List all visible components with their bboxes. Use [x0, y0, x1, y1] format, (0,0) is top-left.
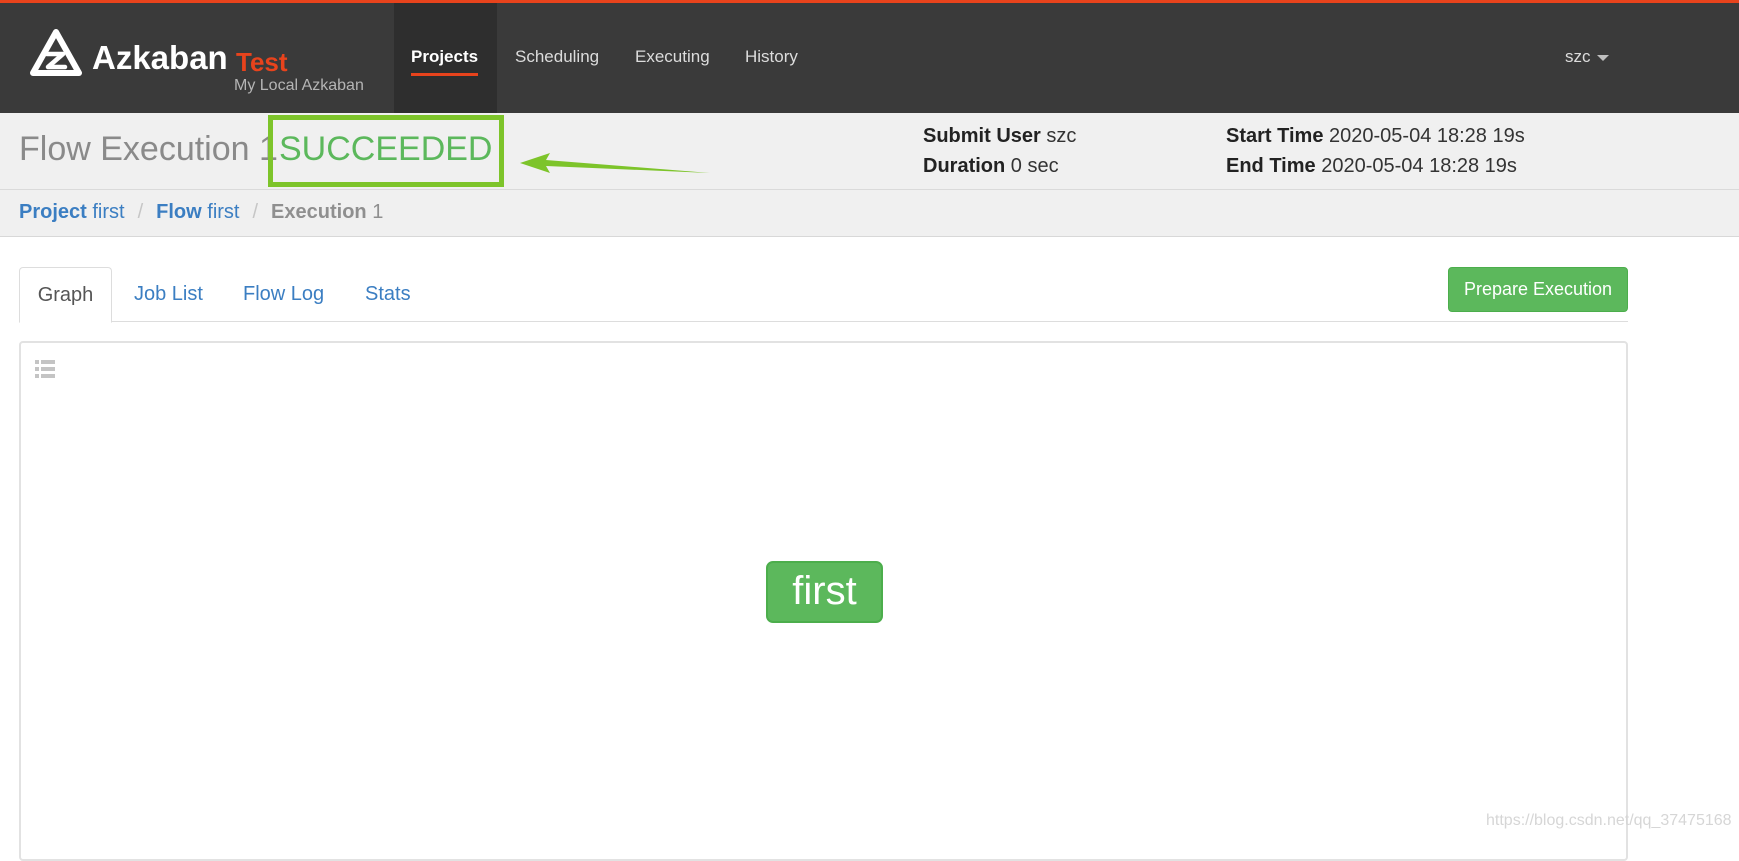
- end-time-value: 2020-05-04 18:28 19s: [1321, 155, 1517, 177]
- breadcrumb-flow-label: Flow: [156, 201, 202, 223]
- brand-environment: Test: [236, 47, 288, 77]
- breadcrumb-execution-value: 1: [372, 201, 384, 223]
- breadcrumb-flow-value: first: [207, 201, 240, 223]
- breadcrumb-execution-label: Execution: [271, 201, 367, 223]
- nav-item-projects[interactable]: Projects: [411, 47, 479, 76]
- duration-label: Duration: [923, 155, 1006, 177]
- page-title: Flow Execution 1: [19, 130, 278, 168]
- nav-item-history[interactable]: History: [745, 47, 798, 67]
- breadcrumb-project-value: first: [92, 201, 125, 223]
- prepare-execution-button[interactable]: Prepare Execution: [1448, 267, 1628, 312]
- end-time: End Time 2020-05-04 18:28 19s: [1226, 155, 1517, 178]
- execution-header: Flow Execution 1 SUCCEEDED Submit User s…: [0, 113, 1739, 190]
- user-menu[interactable]: szc: [1565, 47, 1609, 67]
- user-name: szc: [1565, 47, 1591, 66]
- watermark: https://blog.csdn.net/qq_37475168: [1486, 812, 1732, 829]
- start-time-value: 2020-05-04 18:28 19s: [1329, 125, 1525, 147]
- nav-item-executing[interactable]: Executing: [635, 47, 710, 67]
- end-time-label: End Time: [1226, 155, 1316, 177]
- tab-job-list[interactable]: Job List: [134, 267, 203, 322]
- breadcrumb-project-label: Project: [19, 201, 87, 223]
- submit-user-label: Submit User: [923, 125, 1041, 147]
- breadcrumb-project[interactable]: Project first: [19, 201, 125, 223]
- brand-name: Azkaban: [92, 39, 228, 76]
- duration-value: 0 sec: [1010, 155, 1059, 177]
- execution-tabs: Graph Job List Flow Log Stats: [19, 267, 1628, 323]
- graph-panel[interactable]: first: [19, 341, 1628, 861]
- nav-item-scheduling[interactable]: Scheduling: [515, 47, 599, 67]
- tab-graph[interactable]: Graph: [19, 267, 112, 323]
- tab-flow-log[interactable]: Flow Log: [243, 267, 324, 322]
- tab-stats[interactable]: Stats: [365, 267, 411, 322]
- start-time: Start Time 2020-05-04 18:28 19s: [1226, 125, 1525, 148]
- breadcrumb-separator: /: [137, 201, 144, 223]
- breadcrumb: Project first / Flow first / Execution 1: [0, 190, 1739, 237]
- azkaban-logo-icon: [30, 29, 82, 76]
- annotation-arrow-icon: [520, 153, 710, 173]
- top-navbar: Azkaban Test My Local Azkaban Projects S…: [0, 0, 1739, 113]
- caret-down-icon: [1596, 54, 1609, 61]
- breadcrumb-separator: /: [252, 201, 259, 223]
- breadcrumb-execution: Execution 1: [271, 201, 383, 223]
- brand-subtitle: My Local Azkaban: [234, 77, 364, 94]
- list-icon[interactable]: [35, 360, 55, 378]
- breadcrumb-flow[interactable]: Flow first: [156, 201, 239, 223]
- status-badge: SUCCEEDED: [279, 130, 493, 168]
- submit-user: Submit User szc: [923, 125, 1076, 148]
- duration: Duration 0 sec: [923, 155, 1059, 178]
- submit-user-value: szc: [1046, 125, 1077, 147]
- start-time-label: Start Time: [1226, 125, 1324, 147]
- graph-node-first[interactable]: first: [766, 561, 883, 623]
